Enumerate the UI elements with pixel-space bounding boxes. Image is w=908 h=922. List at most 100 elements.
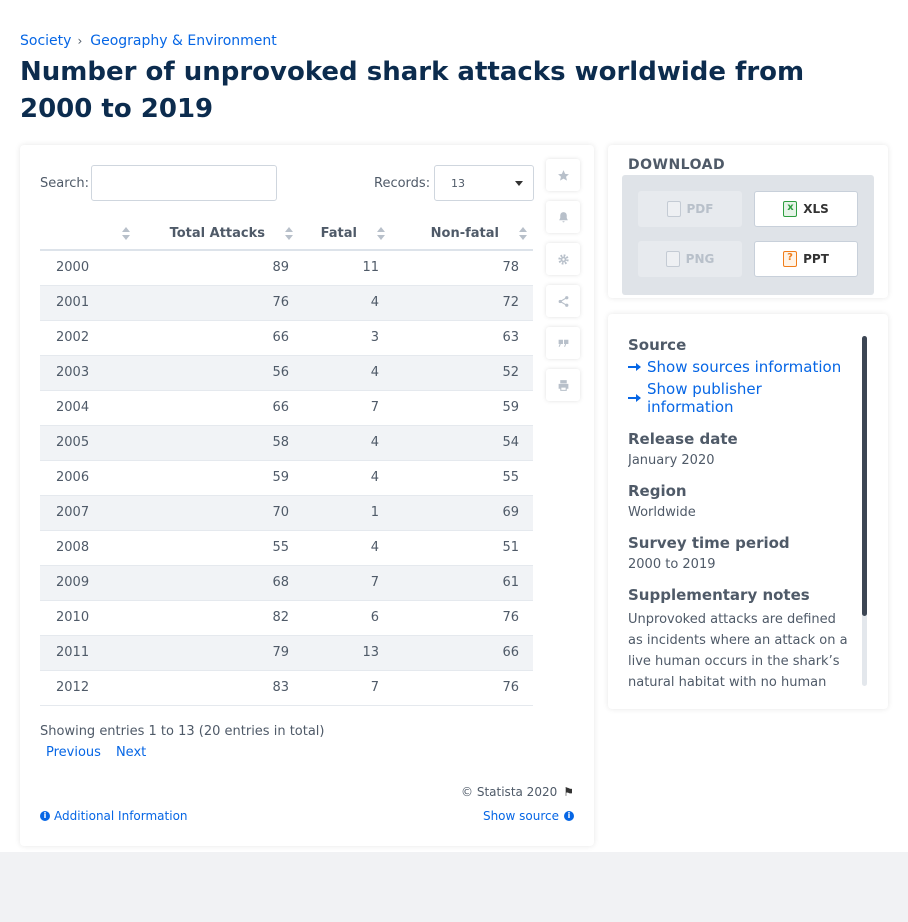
previous-button[interactable]: Previous (46, 745, 101, 760)
scrollbar-thumb[interactable] (862, 336, 867, 616)
table-row: 2002 66 3 63 (40, 320, 533, 356)
cell-year: 2000 (40, 250, 136, 286)
star-icon[interactable] (546, 159, 580, 191)
breadcrumb-geography[interactable]: Geography & Environment (90, 33, 277, 49)
column-header-label: Fatal (320, 225, 357, 241)
cell-total-attacks: 83 (136, 670, 299, 706)
breadcrumb-society[interactable]: Society (20, 33, 71, 49)
additional-information-label: Additional Information (54, 809, 188, 823)
cell-fatal: 13 (299, 635, 391, 671)
download-panel: PDF XLS PNG PPT (622, 175, 874, 295)
column-header-year[interactable] (40, 217, 136, 251)
pdf-file-icon (666, 201, 681, 217)
gear-icon[interactable] (546, 243, 580, 275)
cell-non-fatal: 59 (391, 390, 533, 426)
copyright: © Statista 2020 ⚑ (461, 785, 574, 799)
cell-non-fatal: 55 (391, 460, 533, 496)
ppt-file-icon (783, 251, 798, 267)
table-row: 2007 70 1 69 (40, 495, 533, 531)
page-title: Number of unprovoked shark attacks world… (20, 57, 805, 124)
cell-year: 2012 (40, 670, 136, 706)
share-icon[interactable] (546, 285, 580, 317)
flag-icon[interactable]: ⚑ (563, 785, 574, 799)
column-header-fatal[interactable]: Fatal (299, 217, 391, 251)
show-publisher-link[interactable]: Show publisher information (628, 380, 853, 416)
bell-icon[interactable] (546, 201, 580, 233)
cell-total-attacks: 58 (136, 425, 299, 461)
cell-total-attacks: 70 (136, 495, 299, 531)
table-row: 2008 55 4 51 (40, 530, 533, 566)
source-heading: Source (628, 336, 687, 354)
cell-fatal: 1 (299, 495, 391, 531)
table-row: 2006 59 4 55 (40, 460, 533, 496)
survey-period-label: Survey time period (628, 534, 790, 552)
column-header-total-attacks[interactable]: Total Attacks (136, 217, 299, 251)
cell-year: 2007 (40, 495, 136, 531)
download-xls-label: XLS (803, 202, 829, 216)
download-pdf-button[interactable]: PDF (638, 191, 742, 227)
show-source-link[interactable]: Show source i (483, 809, 574, 823)
table-row: 2012 83 7 76 (40, 670, 533, 706)
cell-fatal: 7 (299, 670, 391, 706)
records-select[interactable]: 13 (434, 165, 534, 201)
cell-total-attacks: 59 (136, 460, 299, 496)
download-card: DOWNLOAD PDF XLS PNG PPT (608, 145, 888, 298)
table-row: 2005 58 4 54 (40, 425, 533, 461)
sort-icon (377, 227, 385, 241)
cell-non-fatal: 69 (391, 495, 533, 531)
release-date-value: January 2020 (628, 453, 715, 468)
cell-non-fatal: 63 (391, 320, 533, 356)
cell-fatal: 4 (299, 460, 391, 496)
cell-total-attacks: 66 (136, 390, 299, 426)
table-row: 2003 56 4 52 (40, 355, 533, 391)
cell-total-attacks: 79 (136, 635, 299, 671)
source-details: Source Show sources information Show pub… (628, 336, 853, 686)
download-png-label: PNG (685, 252, 715, 266)
cell-fatal: 4 (299, 285, 391, 321)
column-header-non-fatal[interactable]: Non-fatal (391, 217, 533, 251)
cell-total-attacks: 76 (136, 285, 299, 321)
print-icon[interactable] (546, 369, 580, 401)
table-header-row: Total Attacks Fatal Non-fatal (40, 217, 533, 251)
pagination: Previous Next (46, 745, 161, 760)
download-ppt-button[interactable]: PPT (754, 241, 858, 277)
column-header-label: Total Attacks (169, 225, 265, 241)
png-file-icon (665, 251, 680, 267)
cell-fatal: 7 (299, 390, 391, 426)
cell-fatal: 4 (299, 530, 391, 566)
records-label: Records: (374, 176, 431, 191)
search-input[interactable] (91, 165, 277, 201)
cell-total-attacks: 56 (136, 355, 299, 391)
show-source-label: Show source (482, 809, 559, 823)
download-xls-button[interactable]: XLS (754, 191, 858, 227)
next-button[interactable]: Next (116, 745, 146, 760)
cell-year: 2010 (40, 600, 136, 636)
column-header-label: Non-fatal (430, 225, 499, 241)
cell-non-fatal: 72 (391, 285, 533, 321)
download-pdf-label: PDF (686, 202, 714, 216)
cell-year: 2006 (40, 460, 136, 496)
cell-year: 2009 (40, 565, 136, 601)
cell-fatal: 6 (299, 600, 391, 636)
cell-non-fatal: 54 (391, 425, 533, 461)
additional-information-link[interactable]: i Additional Information (40, 809, 188, 823)
copyright-text: © Statista 2020 (461, 785, 558, 799)
download-png-button[interactable]: PNG (638, 241, 742, 277)
side-toolbar (546, 159, 580, 411)
cell-total-attacks: 82 (136, 600, 299, 636)
cell-year: 2002 (40, 320, 136, 356)
arrow-right-icon (628, 394, 641, 402)
breadcrumb: Society › Geography & Environment (20, 33, 277, 49)
source-scrollbar[interactable] (862, 336, 867, 686)
show-sources-link[interactable]: Show sources information (628, 358, 853, 376)
cell-total-attacks: 66 (136, 320, 299, 356)
source-card: Source Show sources information Show pub… (608, 314, 888, 709)
download-ppt-label: PPT (803, 252, 829, 266)
cell-non-fatal: 51 (391, 530, 533, 566)
chevron-down-icon (515, 181, 523, 186)
cell-year: 2001 (40, 285, 136, 321)
cell-non-fatal: 76 (391, 600, 533, 636)
quote-icon[interactable] (546, 327, 580, 359)
cell-total-attacks: 89 (136, 250, 299, 286)
cell-fatal: 3 (299, 320, 391, 356)
